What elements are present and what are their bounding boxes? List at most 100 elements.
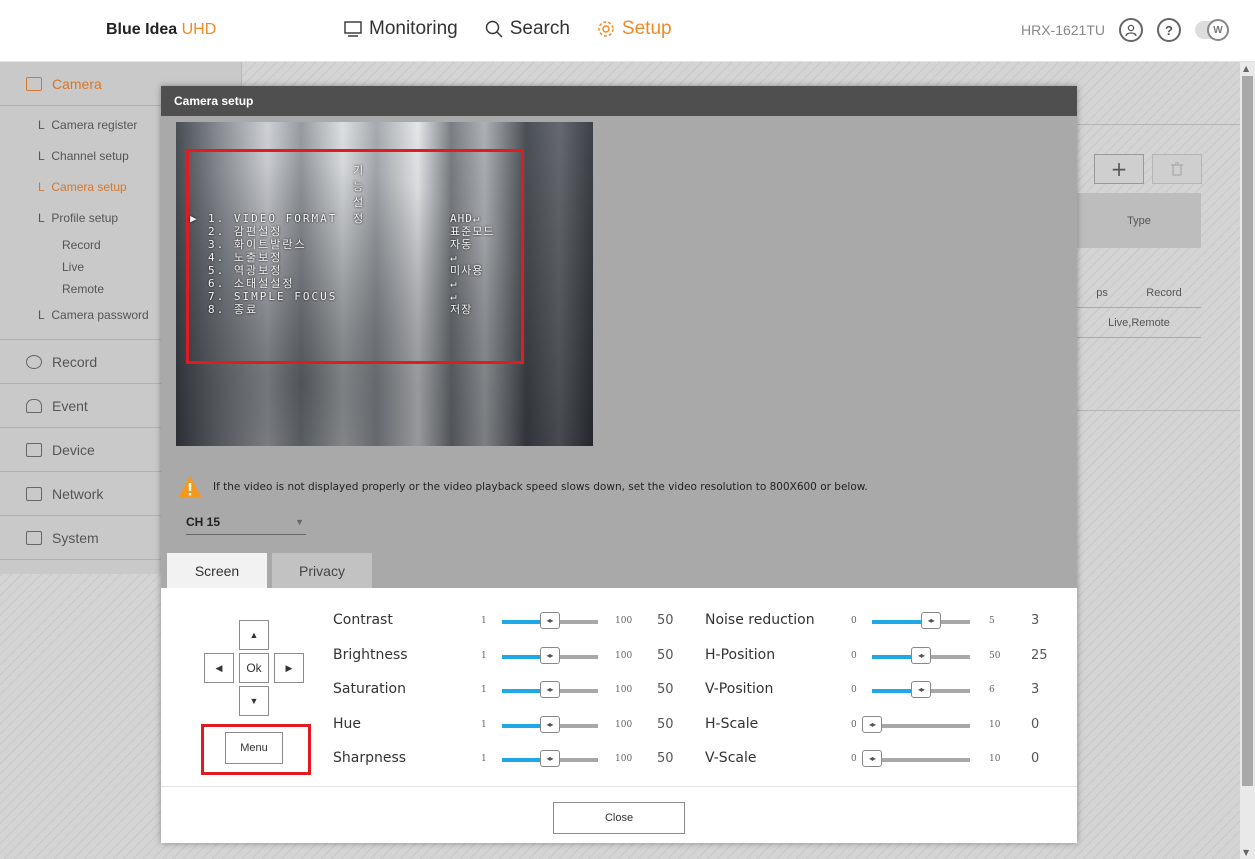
nav-monitoring[interactable]: Monitoring [343, 18, 458, 40]
add-button[interactable]: + [1094, 154, 1144, 184]
dialog-tabs: Screen Privacy [167, 553, 372, 588]
dpad-right-button[interactable]: ▶ [274, 653, 304, 683]
slider-track[interactable]: ◂▸ [502, 681, 598, 698]
sidebar-item-label: Camera register [51, 118, 138, 132]
sidebar-system-label: System [52, 529, 99, 546]
camera-setup-dialog: Camera setup 기능설정 ▶ 1. VIDEO FORMAT 2. 감… [161, 86, 1077, 843]
dpad-left-button[interactable]: ◀ [204, 653, 234, 683]
slider-max: 10 [989, 754, 1001, 764]
dpad-up-button[interactable]: ▲ [239, 620, 269, 650]
slider-min: 1 [481, 754, 487, 764]
slider-handle[interactable]: ◂▸ [539, 681, 560, 698]
slider-max: 100 [615, 754, 633, 764]
scroll-up-icon[interactable]: ▲ [1243, 64, 1249, 73]
nav-setup[interactable]: Setup [596, 18, 672, 40]
slider-label: V-Scale [705, 750, 757, 766]
osd-menu-button[interactable]: Menu [225, 732, 283, 764]
dpad-down-button[interactable]: ▼ [239, 686, 269, 716]
slider-max: 100 [615, 651, 633, 661]
sidebar-item-label: Camera password [51, 308, 149, 322]
tab-screen[interactable]: Screen [167, 553, 267, 588]
slider-label: Hue [333, 716, 362, 732]
osd-row: 1. VIDEO FORMAT [208, 212, 338, 225]
slider-handle[interactable]: ◂▸ [539, 647, 560, 664]
slider-label: Contrast [333, 612, 393, 628]
sidebar-event-label: Event [52, 397, 88, 414]
header-right: HRX-1621TU ? W [1021, 18, 1229, 42]
slider-track[interactable]: ◂▸ [872, 612, 970, 629]
nav-search[interactable]: Search [484, 18, 570, 40]
page-scrollbar[interactable]: ▲ ▼ [1240, 62, 1255, 859]
slider-handle[interactable]: ◂▸ [862, 716, 882, 733]
osd-title: 기능설정 [353, 164, 365, 225]
slider-value: 3 [1031, 682, 1040, 697]
slider-handle[interactable]: ◂▸ [539, 750, 560, 767]
close-button[interactable]: Close [553, 802, 685, 834]
logo-accent: UHD [181, 21, 217, 38]
delete-button[interactable] [1152, 154, 1202, 184]
table-row: ps Record [1077, 278, 1201, 308]
slider-handle[interactable]: ◂▸ [911, 681, 931, 698]
slider-value: 0 [1031, 717, 1040, 732]
theme-toggle[interactable]: W [1195, 19, 1229, 41]
osd-value: ↵ [450, 277, 458, 290]
scroll-thumb[interactable] [1242, 76, 1253, 786]
table-cell: ps [1096, 286, 1108, 299]
osd-value: 미사용 [450, 264, 484, 277]
top-header: Blue Idea UHD Monitoring Search Setup HR… [0, 0, 1255, 62]
slider-max: 100 [615, 720, 633, 730]
warning-message: If the video is not displayed properly o… [177, 475, 868, 499]
toggle-knob: W [1207, 19, 1229, 41]
slider-track[interactable]: ◂▸ [502, 647, 598, 664]
channel-select-value: CH 15 [186, 515, 221, 529]
sidebar-camera-label: Camera [52, 75, 102, 92]
dpad-ok-button[interactable]: Ok [239, 653, 269, 683]
system-icon [26, 530, 42, 545]
sidebar-device-label: Device [52, 441, 95, 458]
channel-select[interactable]: CH 15 ▼ [186, 511, 306, 535]
slider-value: 50 [657, 717, 674, 732]
osd-row: 6. 소태설설정 [208, 277, 295, 290]
slider-label: Sharpness [333, 750, 407, 766]
slider-track[interactable]: ◂▸ [502, 716, 598, 733]
slider-label: Saturation [333, 681, 406, 697]
slider-min: 1 [481, 685, 487, 695]
slider-track[interactable]: ◂▸ [872, 681, 970, 698]
warning-icon [178, 476, 202, 498]
osd-value: AHD↵ [450, 212, 481, 225]
slider-min: 0 [851, 720, 857, 730]
tab-privacy[interactable]: Privacy [272, 553, 372, 588]
slider-label: H-Position [705, 647, 776, 663]
scroll-down-icon[interactable]: ▼ [1243, 848, 1249, 857]
slider-track[interactable]: ◂▸ [862, 716, 970, 733]
slider-handle[interactable]: ◂▸ [920, 612, 941, 629]
divider [161, 786, 1077, 787]
slider-handle[interactable]: ◂▸ [911, 647, 931, 664]
logo: Blue Idea UHD [106, 21, 216, 39]
slider-track[interactable]: ◂▸ [502, 612, 598, 629]
video-preview: 기능설정 ▶ 1. VIDEO FORMAT 2. 감편설정 3. 화이트발란스… [176, 122, 593, 446]
help-icon[interactable]: ? [1157, 18, 1181, 42]
record-icon [26, 354, 42, 369]
slider-label: Brightness [333, 647, 408, 663]
slider-handle[interactable]: ◂▸ [539, 612, 560, 629]
table-cell: Live,Remote [1108, 316, 1170, 329]
slider-handle[interactable]: ◂▸ [539, 716, 560, 733]
slider-track[interactable]: ◂▸ [502, 750, 598, 767]
user-icon[interactable] [1119, 18, 1143, 42]
osd-row: 5. 역광보정 [208, 264, 283, 277]
slider-min: 1 [481, 720, 487, 730]
slider-handle[interactable]: ◂▸ [862, 750, 882, 767]
trash-icon [1171, 162, 1183, 176]
dialog-title: Camera setup [161, 86, 1077, 116]
table-row: Live,Remote [1077, 308, 1201, 338]
table-header-type: Type [1077, 193, 1201, 248]
osd-row: 4. 노출보정 [208, 251, 283, 264]
warning-text: If the video is not displayed properly o… [213, 481, 868, 493]
slider-track[interactable]: ◂▸ [872, 647, 970, 664]
table-cell: Record [1146, 286, 1182, 299]
sidebar-item-label: Channel setup [51, 149, 129, 163]
slider-max: 5 [989, 616, 995, 626]
main-nav: Monitoring Search Setup [343, 18, 672, 40]
slider-track[interactable]: ◂▸ [862, 750, 970, 767]
